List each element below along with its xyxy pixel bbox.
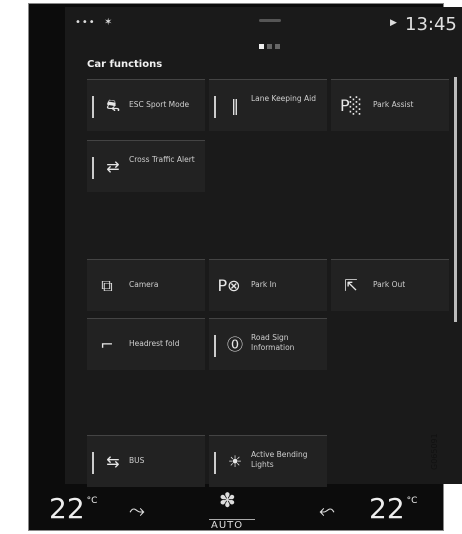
- image-code: G065091: [430, 433, 439, 470]
- status-bar: ••• ✶ ▶ 13:45: [65, 7, 462, 37]
- clock: 13:45: [405, 14, 457, 35]
- tile-label: Headrest fold: [129, 339, 180, 348]
- tile-cross-traffic-alert[interactable]: ⇄ Cross Traffic Alert: [87, 140, 205, 192]
- tile-headrest-fold[interactable]: ⌐ Headrest fold: [87, 318, 205, 370]
- tile-label: ESC Sport Mode: [129, 100, 190, 109]
- page-dot-3: [275, 44, 280, 49]
- park-assist-icon: P░: [340, 96, 362, 115]
- esc-off-icon: ⛐: [106, 96, 120, 115]
- temp-unit: °C: [406, 496, 418, 506]
- tile-road-sign-information[interactable]: ⓪ Road Sign Information: [209, 318, 327, 370]
- tile-active-bending-lights[interactable]: ☀ Active Bending Lights: [209, 435, 327, 487]
- tile-camera[interactable]: ⧉ Camera: [87, 259, 205, 311]
- temp-unit: °C: [86, 496, 98, 506]
- tile-bus[interactable]: ⇆ BUS: [87, 435, 205, 487]
- right-temp-value: 22: [369, 492, 405, 525]
- left-seat-heat-icon[interactable]: ⤳: [129, 498, 145, 522]
- tile-label: Active Bending Lights: [251, 450, 308, 469]
- center-display: ••• ✶ ▶ 13:45 Car functions ⛐ ESC Sport …: [65, 7, 462, 487]
- lane-keeping-icon: ‖: [231, 96, 239, 115]
- right-temperature[interactable]: 22 °C: [369, 492, 417, 525]
- left-temperature[interactable]: 22 °C: [49, 492, 97, 525]
- climate-bar: 22 °C ⤳ ✽ AUTO ⤳ 22 °C: [29, 484, 445, 534]
- tile-park-assist[interactable]: P░ Park Assist: [331, 79, 449, 131]
- tile-park-out[interactable]: ⇱ Park Out: [331, 259, 449, 311]
- headrest-icon: ⌐: [100, 335, 114, 354]
- tile-label: Park Out: [373, 280, 406, 289]
- toggle-indicator: [214, 335, 216, 357]
- climate-fan-icon[interactable]: ✽: [219, 488, 236, 512]
- signal-icon: ••• ✶: [75, 17, 114, 28]
- bending-lights-icon: ☀: [227, 452, 243, 471]
- road-sign-icon: ⓪: [226, 335, 243, 354]
- park-out-icon: ⇱: [344, 276, 358, 295]
- park-in-icon: P⊗: [217, 276, 241, 295]
- climate-auto-label[interactable]: AUTO: [211, 520, 243, 531]
- tile-label: BUS: [129, 456, 145, 465]
- toggle-indicator: [214, 96, 216, 118]
- page-dot-2: [267, 44, 272, 49]
- right-seat-heat-icon[interactable]: ⤳: [319, 498, 335, 522]
- tile-label: Cross Traffic Alert: [129, 155, 195, 164]
- play-icon: ▶: [390, 18, 397, 28]
- scrollbar[interactable]: [454, 77, 457, 322]
- camera-icon: ⧉: [101, 276, 113, 295]
- toggle-indicator: [92, 452, 94, 474]
- toggle-indicator: [92, 96, 94, 118]
- device-frame: ••• ✶ ▶ 13:45 Car functions ⛐ ESC Sport …: [28, 3, 462, 534]
- tile-label: Camera: [129, 280, 159, 289]
- pull-down-handle[interactable]: [259, 19, 281, 22]
- page-indicator: [259, 44, 280, 49]
- tile-park-in[interactable]: P⊗ Park In: [209, 259, 327, 311]
- tile-esc-sport-mode[interactable]: ⛐ ESC Sport Mode: [87, 79, 205, 131]
- section-title: Car functions: [87, 59, 163, 70]
- tile-label: Park Assist: [373, 100, 414, 109]
- tile-label: Lane Keeping Aid: [251, 94, 317, 103]
- left-temp-value: 22: [49, 492, 85, 525]
- toggle-indicator: [92, 157, 94, 179]
- toggle-indicator: [214, 452, 216, 474]
- tile-lane-keeping-aid[interactable]: ‖ Lane Keeping Aid: [209, 79, 327, 131]
- page-dot-1: [259, 44, 264, 49]
- cross-traffic-icon: ⇄: [106, 157, 120, 176]
- bus-icon: ⇆: [106, 452, 120, 471]
- tile-label: Park In: [251, 280, 277, 289]
- tile-label: Road Sign Information: [251, 333, 295, 352]
